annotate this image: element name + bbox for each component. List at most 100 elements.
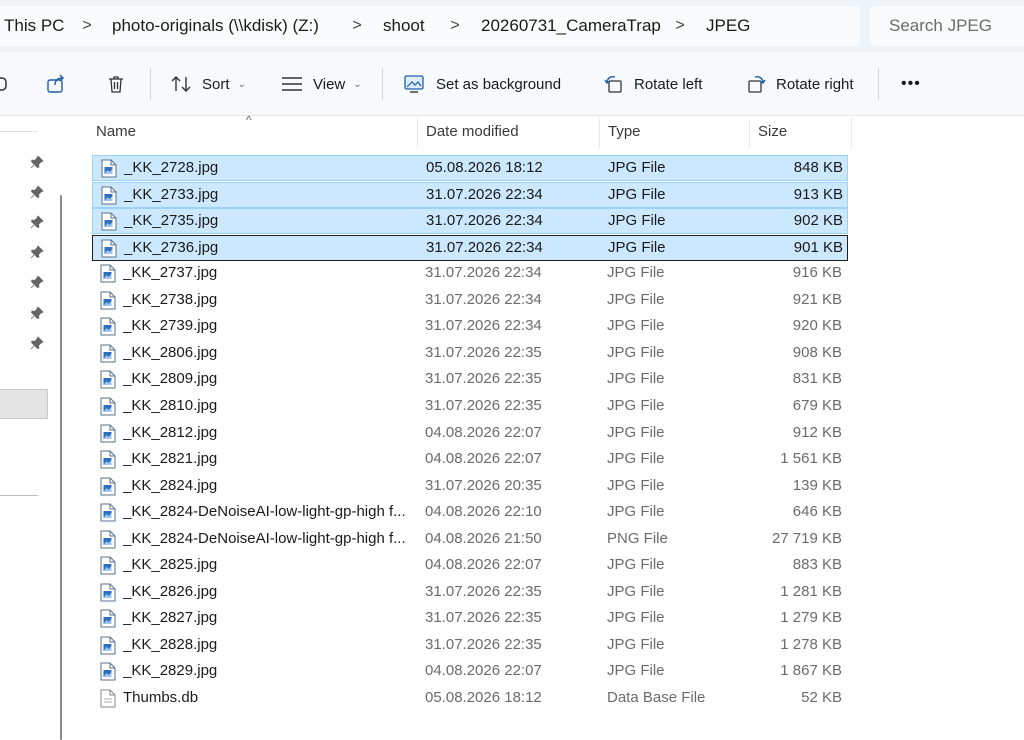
file-name: _KK_2821.jpg (123, 450, 218, 467)
view-button[interactable]: View ⌄ (281, 52, 362, 116)
image-file-icon (100, 397, 116, 416)
file-size: 902 KB (793, 212, 843, 229)
file-type: JPG File (607, 397, 665, 414)
pin-icon[interactable] (30, 275, 44, 289)
table-row[interactable]: _KK_2728.jpg 05.08.2026 18:12 JPG File 848 … (92, 155, 848, 181)
rename-button[interactable] (0, 52, 8, 116)
breadcrumb-item-this-pc[interactable]: This PC (4, 6, 64, 46)
table-row[interactable]: _KK_2824.jpg 31.07.2026 20:35 JPG File 139 … (92, 474, 848, 500)
breadcrumb[interactable]: This PC > photo-originals (\\kdisk) (Z:)… (0, 6, 860, 46)
file-name: _KK_2739.jpg (123, 317, 218, 334)
file-type: JPG File (607, 636, 665, 653)
chevron-down-icon: ⌄ (353, 78, 362, 90)
file-type: PNG File (607, 530, 668, 547)
image-file-icon (100, 583, 116, 602)
file-name: _KK_2728.jpg (124, 159, 219, 176)
table-row[interactable]: _KK_2737.jpg 31.07.2026 22:34 JPG File 916 … (92, 261, 848, 287)
breadcrumb-item-shoot[interactable]: shoot (383, 6, 425, 46)
delete-button[interactable] (106, 52, 126, 116)
file-type: JPG File (607, 291, 665, 308)
sort-icon (170, 74, 192, 94)
rename-icon (0, 74, 8, 94)
view-list-icon (281, 76, 303, 92)
table-row[interactable]: _KK_2824-DeNoiseAI-low-light-gp-high f..… (92, 500, 848, 526)
table-row[interactable]: Thumbs.db 05.08.2026 18:12 Data Base File 5… (92, 686, 848, 712)
share-icon (46, 74, 66, 94)
file-name: _KK_2809.jpg (123, 370, 218, 387)
table-row[interactable]: _KK_2826.jpg 31.07.2026 22:35 JPG File 1 28… (92, 580, 848, 606)
image-file-icon (100, 662, 116, 681)
table-row[interactable]: _KK_2810.jpg 31.07.2026 22:35 JPG File 679 … (92, 394, 848, 420)
column-header-size[interactable]: Size (750, 118, 852, 148)
table-row[interactable]: _KK_2825.jpg 04.08.2026 22:07 JPG File 883 … (92, 553, 848, 579)
address-bar-row: This PC > photo-originals (\\kdisk) (Z:)… (0, 0, 1024, 52)
file-date-modified: 31.07.2026 22:35 (425, 344, 542, 361)
table-row[interactable]: _KK_2827.jpg 31.07.2026 22:35 JPG File 1 27… (92, 606, 848, 632)
share-button[interactable] (46, 52, 66, 116)
file-size: 679 KB (792, 397, 842, 414)
image-file-icon (100, 370, 116, 389)
column-header-type[interactable]: Type (600, 118, 750, 148)
breadcrumb-separator-icon[interactable]: > (79, 6, 95, 46)
file-name: _KK_2828.jpg (123, 636, 218, 653)
pin-icon[interactable] (30, 245, 44, 259)
table-row[interactable]: _KK_2736.jpg 31.07.2026 22:34 JPG File 901 … (92, 235, 848, 261)
table-row[interactable]: _KK_2806.jpg 31.07.2026 22:35 JPG File 908 … (92, 341, 848, 367)
table-row[interactable]: _KK_2821.jpg 04.08.2026 22:07 JPG File 1 56… (92, 447, 848, 473)
file-date-modified: 31.07.2026 22:35 (425, 636, 542, 653)
file-name: _KK_2735.jpg (124, 212, 219, 229)
pin-icon[interactable] (30, 185, 44, 199)
file-type: JPG File (607, 662, 665, 679)
table-row[interactable]: _KK_2733.jpg 31.07.2026 22:34 JPG File 913 … (92, 182, 848, 208)
file-date-modified: 05.08.2026 18:12 (426, 159, 543, 176)
breadcrumb-separator-icon[interactable]: > (447, 6, 463, 46)
file-size: 1 278 KB (780, 636, 842, 653)
table-row[interactable]: _KK_2809.jpg 31.07.2026 22:35 JPG File 831 … (92, 367, 848, 393)
file-type: JPG File (607, 583, 665, 600)
file-size: 901 KB (793, 239, 843, 256)
file-name: _KK_2824-DeNoiseAI-low-light-gp-high f..… (123, 503, 406, 520)
breadcrumb-item-cameratrap[interactable]: 20260731_CameraTrap (481, 6, 661, 46)
nav-scrollbar[interactable] (60, 195, 62, 740)
column-header-date[interactable]: Date modified (418, 118, 600, 148)
file-name: _KK_2824-DeNoiseAI-low-light-gp-high f..… (123, 530, 406, 547)
breadcrumb-separator-icon[interactable]: > (349, 6, 365, 46)
rotate-left-button[interactable]: Rotate left (604, 52, 702, 116)
search-placeholder[interactable]: Search JPEG (889, 6, 992, 46)
table-row[interactable]: _KK_2735.jpg 31.07.2026 22:34 JPG File 902 … (92, 208, 848, 234)
file-size: 920 KB (792, 317, 842, 334)
pin-icon[interactable] (30, 336, 44, 350)
pin-icon[interactable] (30, 215, 44, 229)
table-row[interactable]: _KK_2738.jpg 31.07.2026 22:34 JPG File 921 … (92, 288, 848, 314)
breadcrumb-separator-icon[interactable]: > (672, 6, 688, 46)
pin-icon[interactable] (30, 155, 44, 169)
toolbar-divider (382, 68, 383, 100)
table-row[interactable]: _KK_2829.jpg 04.08.2026 22:07 JPG File 1 86… (92, 659, 848, 685)
file-name: _KK_2733.jpg (124, 186, 219, 203)
table-row[interactable]: _KK_2828.jpg 31.07.2026 22:35 JPG File 1 27… (92, 633, 848, 659)
image-file-icon (100, 477, 116, 496)
search-box[interactable]: Search JPEG (870, 6, 1024, 46)
rotate-right-button[interactable]: Rotate right (746, 52, 854, 116)
file-size: 1 279 KB (780, 609, 842, 626)
pin-icon[interactable] (30, 306, 44, 320)
breadcrumb-item-drive[interactable]: photo-originals (\\kdisk) (Z:) (112, 6, 319, 46)
file-date-modified: 04.08.2026 22:07 (425, 556, 542, 573)
column-header-name[interactable]: Name (88, 118, 418, 148)
sort-button[interactable]: Sort ⌄ (170, 52, 246, 116)
breadcrumb-item-jpeg[interactable]: JPEG (706, 6, 750, 46)
table-row[interactable]: _KK_2812.jpg 04.08.2026 22:07 JPG File 912 … (92, 421, 848, 447)
more-options-button[interactable]: ••• (901, 52, 921, 116)
nav-selected-item[interactable] (0, 389, 48, 419)
file-type: JPG File (608, 159, 666, 176)
file-date-modified: 31.07.2026 22:35 (425, 370, 542, 387)
desktop-background-icon (404, 74, 426, 94)
toolbar-divider (150, 68, 151, 100)
image-file-icon (100, 530, 116, 549)
table-row[interactable]: _KK_2824-DeNoiseAI-low-light-gp-high f..… (92, 527, 848, 553)
image-file-icon (100, 503, 116, 522)
set-as-background-button[interactable]: Set as background (404, 52, 561, 116)
file-date-modified: 31.07.2026 22:34 (426, 212, 543, 229)
table-row[interactable]: _KK_2739.jpg 31.07.2026 22:34 JPG File 920 … (92, 314, 848, 340)
file-date-modified: 31.07.2026 22:34 (426, 186, 543, 203)
